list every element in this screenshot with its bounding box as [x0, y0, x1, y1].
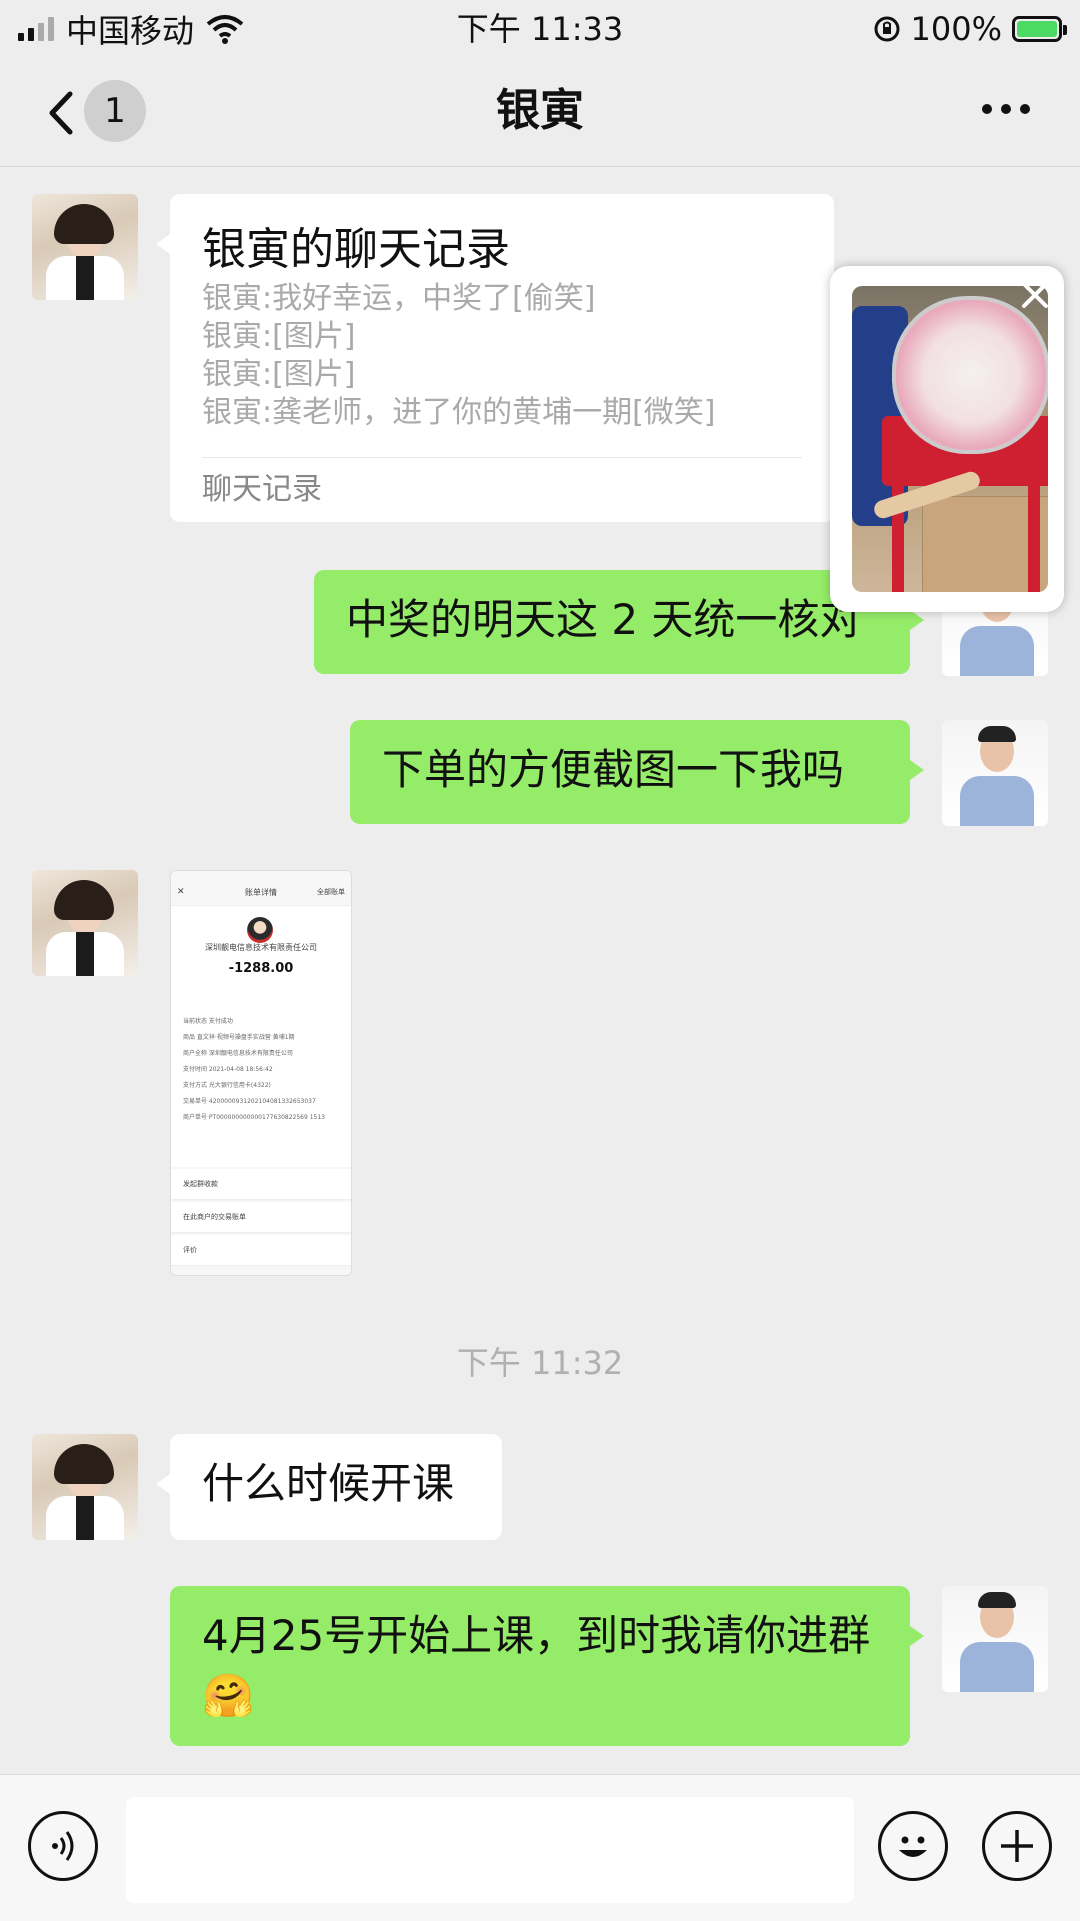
nav-bar: 1 银寅: [0, 58, 1080, 167]
drum-leg: [1028, 476, 1040, 592]
receipt-row: 商户单号 PT000000000000177630822569 1513: [183, 1114, 325, 1121]
receipt-menu-item: 在此商户的交易账单: [171, 1202, 351, 1233]
receipt-row: 交易单号 4200000931202104081332653037: [183, 1098, 316, 1105]
receipt-menu: 发起群收款 在此商户的交易账单 评价: [171, 1167, 351, 1275]
sent-message[interactable]: 下单的方便截图一下我吗: [350, 720, 924, 824]
chat-record-footer: 聊天记录: [202, 457, 802, 522]
rotation-lock-icon: [874, 16, 900, 42]
received-message[interactable]: 什么时候开课: [156, 1434, 502, 1540]
chat-record-line: 银寅:[图片]: [202, 319, 356, 354]
message-input[interactable]: [126, 1797, 854, 1903]
time-separator: 下午 11:32: [456, 1344, 624, 1382]
message-text: 中奖的明天这 2 天统一核对: [346, 595, 862, 644]
receipt-menu-item: 发起群收款: [171, 1169, 351, 1200]
receipt-row: 支付方式 光大银行信用卡(4322): [183, 1082, 271, 1089]
voice-icon[interactable]: [28, 1811, 98, 1881]
receipt-header: ✕ 账单详情 全部账单: [171, 871, 351, 906]
message-text: 下单的方便截图一下我吗: [382, 745, 845, 794]
chat-record-card[interactable]: 银寅的聊天记录 银寅:我好幸运，中奖了[偷笑] 银寅:[图片] 银寅:[图片] …: [156, 194, 834, 522]
drum-head: [892, 296, 1048, 454]
battery-percent: 100%: [910, 10, 1002, 48]
receipt-row: 商品 直文祥·视频号操盘手实战营 黄埔1期: [183, 1034, 295, 1041]
chat-record-line: 银寅:[图片]: [202, 357, 356, 392]
sent-message[interactable]: 4月25号开始上课，到时我请你进群🤗: [170, 1586, 924, 1746]
input-bar: [0, 1774, 1080, 1921]
receipt-row: 支付时间 2021-04-08 18:56:42: [183, 1066, 273, 1073]
chat-record-line: 银寅:龚老师，进了你的黄埔一期[微笑]: [202, 395, 716, 430]
status-bar: 中国移动 下午 11:33 100%: [0, 0, 1080, 58]
my-avatar[interactable]: [942, 720, 1048, 826]
sent-message[interactable]: 中奖的明天这 2 天统一核对: [314, 570, 924, 674]
receipt-image-message[interactable]: ✕ 账单详情 全部账单 深圳靓电信息技术有限责任公司 -1288.00 当前状态…: [170, 870, 352, 1276]
receipt-row: 当前状态 支付成功: [183, 1018, 233, 1025]
chat-record-title: 银寅的聊天记录: [202, 224, 510, 275]
message-text: 4月25号开始上课，到时我请你进群🤗: [202, 1611, 871, 1720]
contact-avatar[interactable]: [32, 870, 138, 976]
message-text: 什么时候开课: [202, 1459, 455, 1508]
contact-avatar[interactable]: [32, 194, 138, 300]
receipt-all-bills: 全部账单: [317, 888, 345, 896]
plus-icon[interactable]: [982, 1811, 1052, 1881]
my-avatar[interactable]: [942, 1586, 1048, 1692]
receipt-company: 深圳靓电信息技术有限责任公司: [205, 943, 317, 952]
battery-icon: [1012, 16, 1067, 42]
close-icon[interactable]: [1020, 280, 1050, 310]
merchant-logo: [247, 917, 273, 943]
chat-title: 银寅: [496, 85, 584, 136]
receipt-rows: 当前状态 支付成功 商品 直文祥·视频号操盘手实战营 黄埔1期 商户全称 深圳靓…: [183, 1014, 339, 1126]
contact-avatar[interactable]: [32, 1434, 138, 1540]
chat-record-line: 银寅:我好幸运，中奖了[偷笑]: [202, 281, 596, 316]
smiley-icon[interactable]: [878, 1811, 948, 1881]
receipt-menu-item: 评价: [171, 1235, 351, 1266]
video-frame: [852, 286, 1048, 592]
floating-video-window[interactable]: [830, 266, 1064, 612]
receipt-row: 商户全称 深圳靓电信息技术有限责任公司: [183, 1050, 293, 1057]
more-options-icon[interactable]: [982, 104, 1030, 114]
receipt-amount: -1288.00: [228, 961, 294, 976]
status-right: 100%: [873, 6, 1067, 52]
